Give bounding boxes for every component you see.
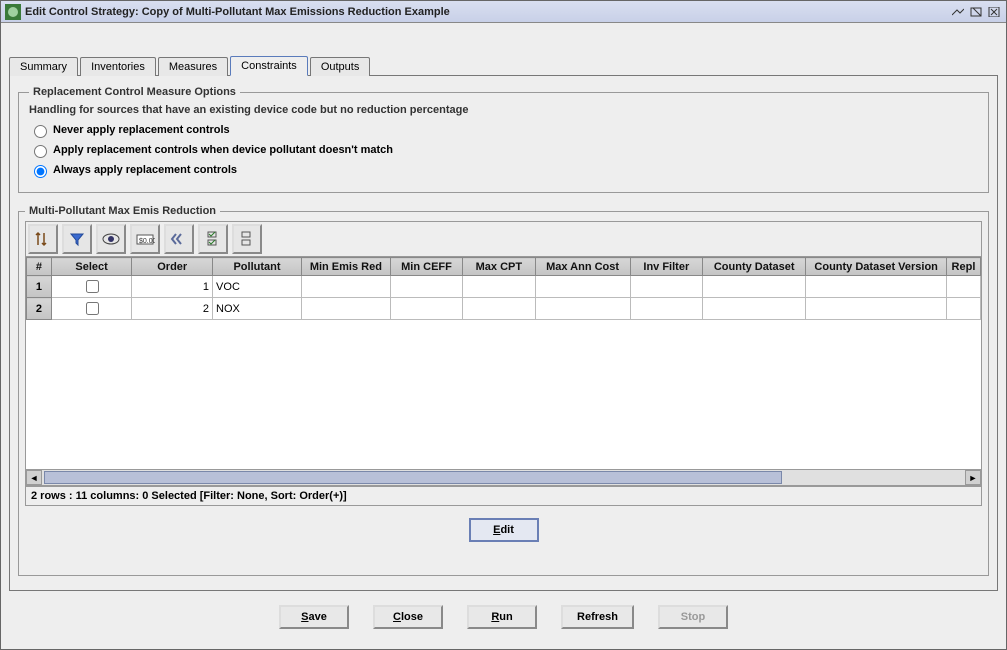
tab-inventories[interactable]: Inventories — [80, 57, 156, 76]
cell-rownum: 2 — [27, 298, 52, 320]
col-pollutant[interactable]: Pollutant — [213, 258, 302, 276]
cell-minceff[interactable] — [390, 276, 462, 298]
col-minceff[interactable]: Min CEFF — [390, 258, 462, 276]
replacement-subtitle: Handling for sources that have an existi… — [29, 104, 978, 116]
tab-summary[interactable]: Summary — [9, 57, 78, 76]
table-row[interactable]: 1 1 VOC — [27, 276, 981, 298]
sort-icon[interactable] — [28, 224, 58, 254]
col-maxann[interactable]: Max Ann Cost — [535, 258, 630, 276]
cell-order[interactable]: 2 — [132, 298, 213, 320]
select-all-icon[interactable] — [198, 224, 228, 254]
radio-mismatch-label: Apply replacement controls when device p… — [53, 144, 393, 156]
col-repl[interactable]: Repl — [946, 258, 980, 276]
col-order[interactable]: Order — [132, 258, 213, 276]
radio-never-input[interactable] — [34, 125, 47, 138]
maximize-icon[interactable] — [968, 5, 984, 19]
col-countyds[interactable]: County Dataset — [703, 258, 806, 276]
cell-invfilter[interactable] — [630, 276, 702, 298]
tab-outputs[interactable]: Outputs — [310, 57, 371, 76]
tabs: Summary Inventories Measures Constraints… — [9, 53, 998, 75]
col-minemis[interactable]: Min Emis Red — [301, 258, 390, 276]
grid-status: 2 rows : 11 columns: 0 Selected [Filter:… — [25, 486, 982, 506]
cell-maxann[interactable] — [535, 298, 630, 320]
reset-icon[interactable] — [164, 224, 194, 254]
grid-toolbar: $0.00 — [25, 221, 982, 256]
minimize-icon[interactable] — [950, 5, 966, 19]
cell-invfilter[interactable] — [630, 298, 702, 320]
scroll-left-icon[interactable]: ◄ — [26, 470, 42, 485]
format-icon[interactable]: $0.00 — [130, 224, 160, 254]
scroll-thumb[interactable] — [44, 471, 782, 484]
cell-repl[interactable] — [946, 298, 980, 320]
col-select[interactable]: Select — [51, 258, 132, 276]
close-icon[interactable] — [986, 5, 1002, 19]
select-none-icon[interactable] — [232, 224, 262, 254]
scroll-right-icon[interactable]: ► — [965, 470, 981, 485]
grid-table: # Select Order Pollutant Min Emis Red Mi… — [26, 257, 981, 320]
tab-measures[interactable]: Measures — [158, 57, 228, 76]
cell-minceff[interactable] — [390, 298, 462, 320]
col-invfilter[interactable]: Inv Filter — [630, 258, 702, 276]
view-icon[interactable] — [96, 224, 126, 254]
col-countyver[interactable]: County Dataset Version — [806, 258, 947, 276]
cell-maxann[interactable] — [535, 276, 630, 298]
cell-rownum: 1 — [27, 276, 52, 298]
row-checkbox[interactable] — [86, 280, 99, 293]
app-icon — [5, 4, 21, 20]
filter-icon[interactable] — [62, 224, 92, 254]
cell-minemis[interactable] — [301, 276, 390, 298]
cell-countyds[interactable] — [703, 276, 806, 298]
cell-pollutant[interactable]: VOC — [213, 276, 302, 298]
cell-pollutant[interactable]: NOX — [213, 298, 302, 320]
cell-repl[interactable] — [946, 276, 980, 298]
radio-always[interactable]: Always apply replacement controls — [29, 162, 978, 178]
replacement-legend: Replacement Control Measure Options — [29, 86, 240, 98]
row-checkbox[interactable] — [86, 302, 99, 315]
cell-minemis[interactable] — [301, 298, 390, 320]
window-title: Edit Control Strategy: Copy of Multi-Pol… — [25, 6, 948, 18]
titlebar: Edit Control Strategy: Copy of Multi-Pol… — [1, 1, 1006, 23]
svg-text:$0.00: $0.00 — [139, 238, 155, 245]
radio-mismatch-input[interactable] — [34, 145, 47, 158]
replacement-options-group: Replacement Control Measure Options Hand… — [18, 86, 989, 193]
run-button[interactable]: Run — [467, 605, 537, 629]
col-rownum[interactable]: # — [27, 258, 52, 276]
radio-never[interactable]: Never apply replacement controls — [29, 122, 978, 138]
radio-never-label: Never apply replacement controls — [53, 124, 230, 136]
cell-select[interactable] — [51, 276, 132, 298]
save-button[interactable]: Save — [279, 605, 349, 629]
cell-countyds[interactable] — [703, 298, 806, 320]
radio-always-input[interactable] — [34, 165, 47, 178]
grid-table-wrap: # Select Order Pollutant Min Emis Red Mi… — [25, 256, 982, 486]
grid-group: Multi-Pollutant Max Emis Reduction $0.00 — [18, 205, 989, 576]
cell-maxcpt[interactable] — [463, 276, 535, 298]
col-maxcpt[interactable]: Max CPT — [463, 258, 535, 276]
footer-buttons: Save Close Run Refresh Stop — [9, 591, 998, 641]
tab-panel-constraints: Replacement Control Measure Options Hand… — [9, 75, 998, 591]
stop-button: Stop — [658, 605, 728, 629]
table-row[interactable]: 2 2 NOX — [27, 298, 981, 320]
grid-header-row: # Select Order Pollutant Min Emis Red Mi… — [27, 258, 981, 276]
cell-maxcpt[interactable] — [463, 298, 535, 320]
scroll-track[interactable] — [42, 470, 965, 485]
cell-countyver[interactable] — [806, 276, 947, 298]
cell-select[interactable] — [51, 298, 132, 320]
grid-legend: Multi-Pollutant Max Emis Reduction — [25, 205, 220, 217]
radio-mismatch[interactable]: Apply replacement controls when device p… — [29, 142, 978, 158]
refresh-button[interactable]: Refresh — [561, 605, 634, 629]
radio-always-label: Always apply replacement controls — [53, 164, 237, 176]
tab-constraints[interactable]: Constraints — [230, 56, 308, 76]
horizontal-scrollbar[interactable]: ◄ ► — [26, 469, 981, 485]
close-button[interactable]: Close — [373, 605, 443, 629]
edit-button[interactable]: Edit — [469, 518, 539, 542]
cell-countyver[interactable] — [806, 298, 947, 320]
cell-order[interactable]: 1 — [132, 276, 213, 298]
